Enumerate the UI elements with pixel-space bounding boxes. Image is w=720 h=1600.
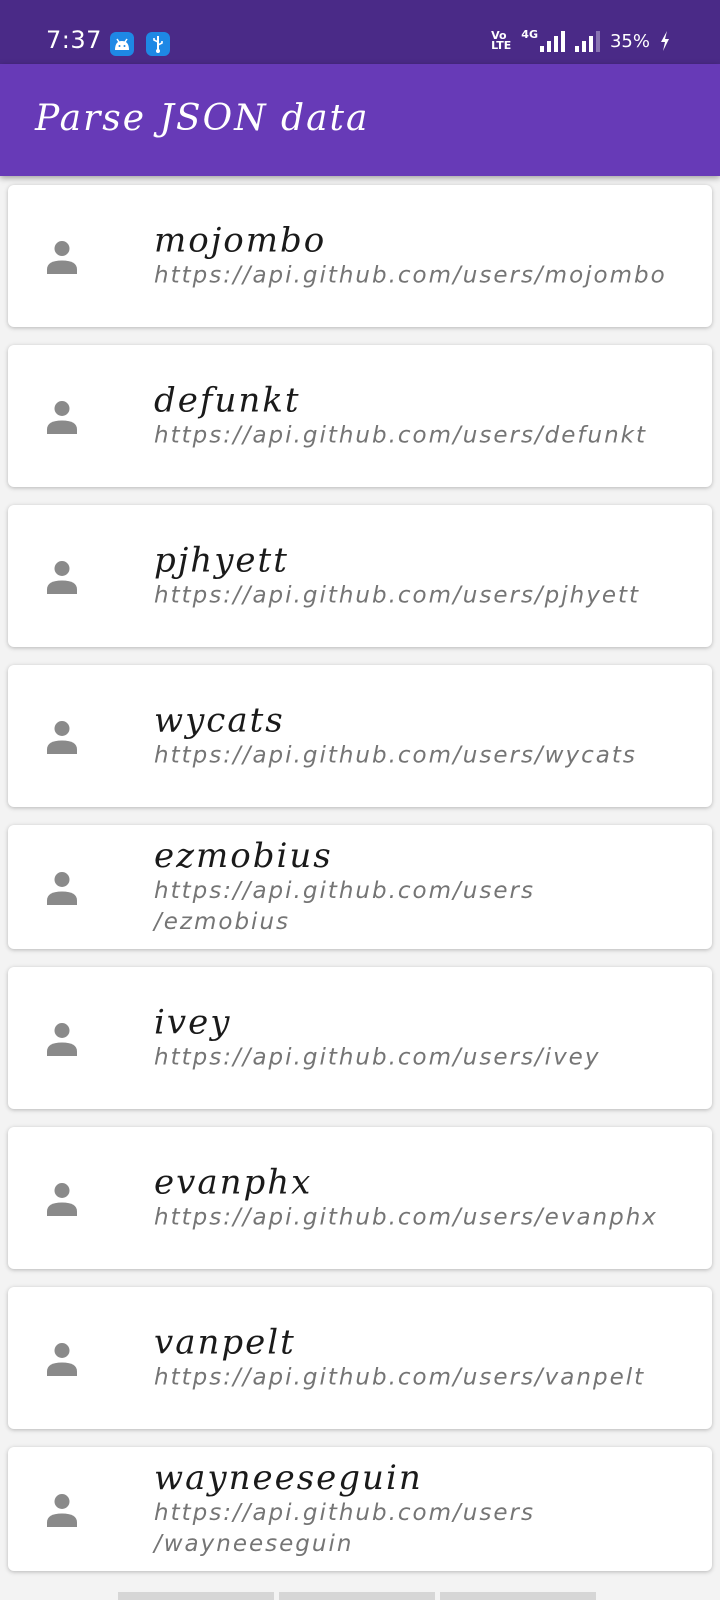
user-login: wayneeseguin <box>154 1458 423 1498</box>
person-icon <box>47 1183 77 1216</box>
user-login: vanpelt <box>154 1322 296 1363</box>
user-login: pjhyett <box>154 540 289 581</box>
user-url: https://api.github.com/users/ivey <box>154 1044 601 1071</box>
user-login: evanphx <box>154 1162 313 1203</box>
user-url: https://api.github.com/users/wycats <box>154 742 637 769</box>
user-card-ivey[interactable]: ivey https://api.github.com/users/ivey <box>8 967 712 1109</box>
person-icon <box>47 721 77 754</box>
user-url: https://api.github.com/users/defunkt <box>154 422 648 449</box>
user-url: https://api.github.com/users /wayneesegu… <box>154 1500 535 1557</box>
android-icon <box>110 32 134 56</box>
user-url: https://api.github.com/users/vanpelt <box>154 1364 646 1391</box>
person-icon <box>47 1343 77 1376</box>
person-icon <box>47 401 77 434</box>
user-card-wayneeseguin[interactable]: wayneeseguin https://api.github.com/user… <box>8 1447 712 1571</box>
user-login: ezmobius <box>154 836 333 876</box>
user-url: https://api.github.com/users/evanphx <box>154 1204 658 1231</box>
next-card-edge <box>0 1590 720 1600</box>
user-login: ivey <box>154 1002 232 1043</box>
person-icon <box>47 1023 77 1056</box>
user-card-defunkt[interactable]: defunkt https://api.github.com/users/def… <box>8 345 712 487</box>
user-url: https://api.github.com/users/pjhyett <box>154 582 641 609</box>
user-card-mojombo[interactable]: mojombo https://api.github.com/users/moj… <box>8 185 712 327</box>
status-indicators: Vo LTE 4G 35% <box>491 28 670 52</box>
user-card-pjhyett[interactable]: pjhyett https://api.github.com/users/pjh… <box>8 505 712 647</box>
user-card-ezmobius[interactable]: ezmobius https://api.github.com/users /e… <box>8 825 712 949</box>
user-card-wycats[interactable]: wycats https://api.github.com/users/wyca… <box>8 665 712 807</box>
app-title: Parse JSON data <box>35 98 370 139</box>
user-list: mojombo https://api.github.com/users/moj… <box>8 185 712 1589</box>
user-card-vanpelt[interactable]: vanpelt https://api.github.com/users/van… <box>8 1287 712 1429</box>
user-login: mojombo <box>154 220 327 261</box>
person-icon <box>47 241 77 274</box>
status-time: 7:37 <box>46 26 102 54</box>
status-bar: 7:37 Vo LTE 4G 35% <box>0 0 720 64</box>
user-url: https://api.github.com/users /ezmobius <box>154 878 535 935</box>
user-login: defunkt <box>154 380 301 421</box>
user-card-evanphx[interactable]: evanphx https://api.github.com/users/eva… <box>8 1127 712 1269</box>
charging-bolt-icon <box>661 31 669 51</box>
user-url: https://api.github.com/users/mojombo <box>154 262 667 289</box>
person-icon <box>47 872 77 905</box>
user-login: wycats <box>154 700 285 741</box>
usb-icon <box>146 32 170 56</box>
person-icon <box>47 561 77 594</box>
network-4g-signal-icon: 4G <box>521 28 565 52</box>
battery-level: 35% <box>609 30 650 52</box>
volte-label: Vo LTE <box>491 29 512 52</box>
signal-strength-icon <box>574 30 600 52</box>
network-label: 4G <box>521 28 538 41</box>
person-icon <box>47 1494 77 1527</box>
app-bar: Parse JSON data <box>0 64 720 176</box>
